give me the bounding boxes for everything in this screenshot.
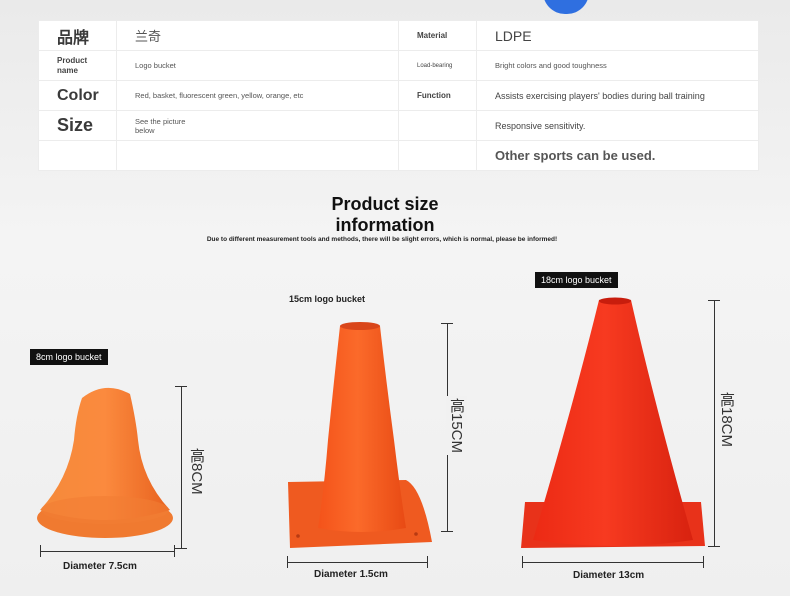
cone-18cm-height-line (714, 300, 715, 546)
spec-key-size: Size (38, 110, 117, 141)
spec-row-other: Other sports can be used. (38, 140, 759, 171)
spec-key-brand: 品牌 (38, 20, 117, 51)
spec-key-function: Function (398, 80, 477, 111)
cone-18cm-diameter-line (522, 562, 703, 563)
spec-val-size: See the picture below (116, 110, 399, 141)
spec-row-color: Color Red, basket, fluorescent green, ye… (38, 80, 759, 111)
cone-15cm-diameter-line (287, 562, 427, 563)
spec-table: 品牌 兰奇 Material LDPE Product name Logo bu… (38, 20, 759, 171)
cone-15cm-label: 15cm logo bucket (289, 294, 366, 304)
cone-15cm-diameter-cap-right (427, 556, 428, 568)
cone-18cm-height-cap-top (708, 300, 720, 301)
cone-8cm-image (37, 387, 173, 538)
spec-val-function: Assists exercising players' bodies durin… (476, 80, 759, 111)
spec-key-material: Material (398, 20, 477, 51)
spec-val-size-text: See the picture below (135, 116, 186, 135)
spec-key-empty-2 (38, 140, 117, 171)
spec-key-empty-1 (398, 110, 477, 141)
cone-8cm-diameter-line (40, 551, 174, 552)
cone-18cm-diameter-text: Diameter 13cm (573, 570, 645, 581)
cone-18cm-image (521, 297, 705, 548)
spec-val-other-sports: Other sports can be used. (476, 140, 759, 171)
cone-8cm-height-cap-bottom (175, 548, 187, 549)
cone-15cm-diameter-text: Diameter 1.5cm (314, 569, 388, 580)
cone-8cm-label: 8cm logo bucket (30, 349, 108, 365)
cone-18cm-height-cap-bottom (708, 546, 720, 547)
cone-8cm-diameter-cap-right (174, 545, 175, 557)
cone-8cm-height-text: 高8CM (186, 446, 207, 497)
cone-15cm-height-cap-bottom (441, 531, 453, 532)
cone-18cm-diameter-cap-left (522, 556, 523, 568)
blue-cone-tip (543, 0, 589, 14)
cone-18cm-height-text: 高18CM (716, 390, 737, 450)
spec-row-brand: 品牌 兰奇 Material LDPE (38, 20, 759, 51)
cone-18cm-diameter-cap-right (703, 556, 704, 568)
cone-18cm-label: 18cm logo bucket (535, 272, 618, 288)
spec-key-load-bearing: Load-bearing (398, 50, 477, 81)
cone-8cm-height-cap-top (175, 386, 187, 387)
cone-8cm-diameter-cap-left (40, 545, 41, 557)
spec-val-material: LDPE (476, 20, 759, 51)
cone-15cm-image (288, 322, 432, 548)
spec-row-product-name: Product name Logo bucket Load-bearing Br… (38, 50, 759, 81)
spec-key-product-name: Product name (38, 50, 117, 81)
spec-val-product-name: Logo bucket (116, 50, 399, 81)
spec-val-empty-2 (116, 140, 399, 171)
cone-15cm-height-text: 高15CM (446, 396, 467, 456)
measurement-note: Due to different measurement tools and m… (206, 236, 558, 243)
cone-15cm-diameter-cap-left (287, 556, 288, 568)
section-title-line1: Product size (331, 194, 439, 214)
spec-row-size: Size See the picture below Responsive se… (38, 110, 759, 141)
spec-val-color: Red, basket, fluorescent green, yellow, … (116, 80, 399, 111)
section-title-line2: information (335, 215, 435, 235)
spec-val-load-bearing: Bright colors and good toughness (476, 50, 759, 81)
cone-8cm-diameter-text: Diameter 7.5cm (63, 561, 137, 572)
cone-8cm-height-line (181, 386, 182, 548)
spec-val-responsive: Responsive sensitivity. (476, 110, 759, 141)
cone-15cm-height-cap-top (441, 323, 453, 324)
spec-key-color: Color (38, 80, 117, 111)
spec-key-empty-3 (398, 140, 477, 171)
spec-val-brand: 兰奇 (116, 20, 399, 51)
